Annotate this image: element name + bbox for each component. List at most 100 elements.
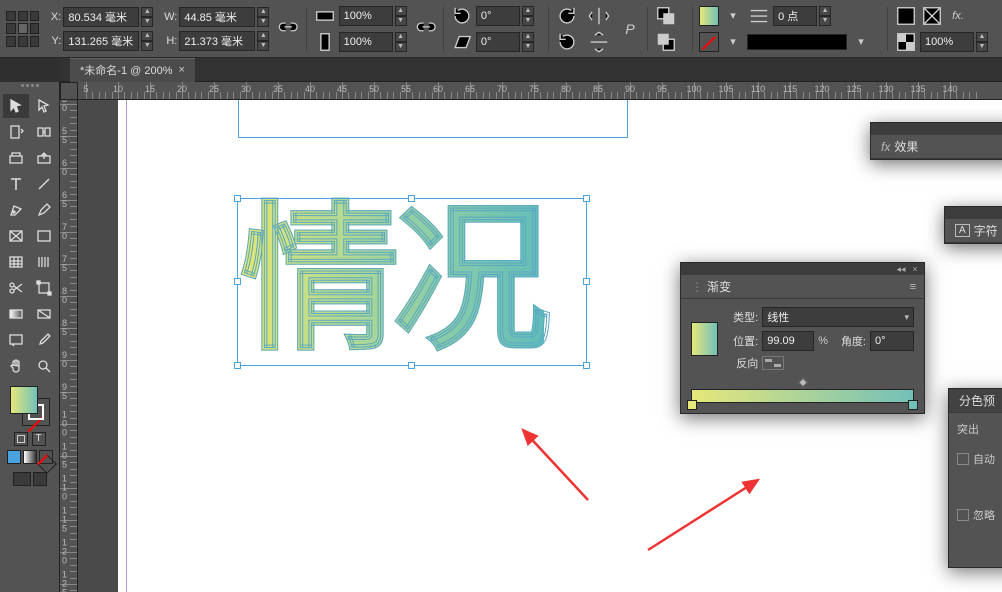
flip-h-icon[interactable] — [587, 5, 611, 27]
free-transform-tool[interactable] — [31, 276, 57, 300]
paragraph-icon[interactable]: P — [619, 18, 641, 40]
character-panel[interactable]: ▸▸ A 字符 — [944, 206, 1002, 244]
close-icon[interactable]: × — [910, 265, 920, 273]
direct-selection-tool[interactable] — [31, 94, 57, 118]
handle-bm[interactable] — [408, 362, 415, 369]
document-tab[interactable]: *未命名-1 @ 200% × — [70, 58, 195, 82]
checkbox-icon[interactable] — [957, 453, 969, 465]
apply-color-icon[interactable] — [7, 450, 21, 464]
reference-point-grid[interactable] — [6, 11, 39, 47]
shear-field[interactable]: 0° — [476, 32, 520, 52]
gradient-preview-swatch[interactable] — [691, 322, 718, 356]
effects-panel[interactable]: ▸▸ fx 效果 — [870, 122, 1002, 160]
gradient-tab[interactable]: ⋮ 渐变 — [681, 275, 741, 298]
separations-panel[interactable]: 分色预 突出 自动 3 忽略 — [948, 388, 1002, 568]
scale-x-field[interactable]: 100% — [339, 6, 393, 26]
grid-tool[interactable] — [31, 250, 57, 274]
eyedropper-tool[interactable] — [31, 328, 57, 352]
handle-mr[interactable] — [583, 278, 590, 285]
page-tool[interactable] — [3, 120, 29, 144]
effects-tab[interactable]: fx 效果 — [871, 135, 928, 158]
type-tool[interactable] — [3, 172, 29, 196]
hand-tool[interactable] — [3, 354, 29, 378]
pencil-tool[interactable] — [31, 198, 57, 222]
w-spinner[interactable]: ▲▼ — [257, 7, 269, 27]
bring-front-icon[interactable] — [654, 5, 678, 27]
y-field[interactable]: 131.265 毫米 — [63, 31, 139, 51]
formatting-text-icon[interactable]: T — [32, 432, 46, 446]
stroke-weight-field[interactable]: 0 点 — [773, 6, 817, 26]
character-tab[interactable]: A 字符 — [945, 219, 1002, 242]
handle-tl[interactable] — [234, 195, 241, 202]
frame-fit-icon[interactable] — [920, 5, 944, 27]
send-back-icon[interactable] — [654, 31, 678, 53]
table-tool[interactable] — [3, 250, 29, 274]
fill-color-swatch[interactable] — [10, 386, 38, 414]
rotate-ccw-icon[interactable] — [555, 5, 579, 27]
angle-field[interactable]: 0° — [870, 331, 914, 351]
stroke-menu-icon[interactable]: ▾ — [721, 31, 745, 53]
h-spinner[interactable]: ▲▼ — [257, 31, 269, 51]
note-tool[interactable] — [3, 328, 29, 352]
reverse-gradient-icon[interactable] — [762, 356, 784, 370]
fill-stroke-swatch[interactable] — [10, 386, 50, 426]
x-spinner[interactable]: ▲▼ — [141, 7, 153, 27]
opacity-field[interactable]: 100% — [920, 32, 974, 52]
zoom-tool[interactable] — [31, 354, 57, 378]
panel-menu-icon[interactable]: ≡ — [902, 281, 924, 293]
h-field[interactable]: 21.373 毫米 — [179, 31, 255, 51]
auto-fit-icon[interactable] — [894, 5, 918, 27]
collapse-icon[interactable]: ◂◂ — [896, 265, 906, 273]
panel-header[interactable]: ◂◂ × — [681, 263, 924, 275]
page-guide[interactable] — [126, 100, 127, 592]
ruler-horizontal[interactable]: 5101520253035404550556065707580859095100… — [78, 82, 1002, 100]
fill-swatch[interactable] — [699, 6, 719, 26]
line-tool[interactable] — [31, 172, 57, 196]
handle-bl[interactable] — [234, 362, 241, 369]
gradient-panel[interactable]: ◂◂ × ⋮ 渐变 ≡ 类型: 线性▾ 位置: 99.09 % — [680, 262, 925, 414]
gradient-stop-right[interactable] — [908, 400, 918, 410]
ruler-vertical[interactable]: 5055606570758085909510010511011512012513… — [60, 100, 78, 592]
view-mode-preview-icon[interactable] — [33, 472, 47, 486]
empty-text-frame[interactable] — [238, 100, 628, 138]
rectangle-tool[interactable] — [31, 224, 57, 248]
gradient-midpoint-icon[interactable] — [798, 378, 808, 388]
rectangle-frame-tool[interactable] — [3, 224, 29, 248]
selection-tool[interactable] — [3, 94, 29, 118]
apply-gradient-icon[interactable] — [23, 450, 37, 464]
gradient-feather-tool[interactable] — [31, 302, 57, 326]
separations-tab[interactable]: 分色预 — [949, 389, 1002, 412]
x-field[interactable]: 80.534 毫米 — [63, 7, 139, 27]
rotate-cw-icon[interactable] — [555, 31, 579, 53]
gradient-type-select[interactable]: 线性▾ — [762, 307, 914, 327]
gradient-ramp[interactable] — [691, 379, 914, 403]
gradient-swatch-tool[interactable] — [3, 302, 29, 326]
selection-bounding-box[interactable] — [237, 198, 587, 366]
gradient-stop-left[interactable] — [687, 400, 697, 410]
handle-ml[interactable] — [234, 278, 241, 285]
w-field[interactable]: 44.85 毫米 — [179, 7, 255, 27]
fill-menu-icon[interactable]: ▾ — [721, 5, 745, 27]
fx-icon[interactable]: fx. — [946, 5, 970, 27]
stroke-style-swatch[interactable] — [747, 34, 847, 50]
scissors-tool[interactable] — [3, 276, 29, 300]
constrain-link-icon[interactable] — [277, 18, 299, 40]
gap-tool[interactable] — [31, 120, 57, 144]
content-placer-tool[interactable] — [31, 146, 57, 170]
content-collector-tool[interactable] — [3, 146, 29, 170]
handle-tm[interactable] — [408, 195, 415, 202]
panel-grip[interactable] — [5, 84, 55, 92]
y-spinner[interactable]: ▲▼ — [141, 31, 153, 51]
stroke-swatch[interactable] — [699, 32, 719, 52]
apply-none-icon[interactable] — [39, 450, 53, 464]
checkbox-icon[interactable] — [957, 509, 969, 521]
pen-tool[interactable] — [3, 198, 29, 222]
position-field[interactable]: 99.09 — [762, 331, 814, 351]
view-mode-normal-icon[interactable] — [13, 472, 31, 486]
scale-y-field[interactable]: 100% — [339, 32, 393, 52]
close-icon[interactable]: × — [178, 64, 184, 76]
handle-tr[interactable] — [583, 195, 590, 202]
sep-checkbox-1[interactable]: 自动 — [957, 451, 1002, 467]
flip-v-icon[interactable] — [587, 31, 611, 53]
scale-link-icon[interactable] — [415, 18, 437, 40]
